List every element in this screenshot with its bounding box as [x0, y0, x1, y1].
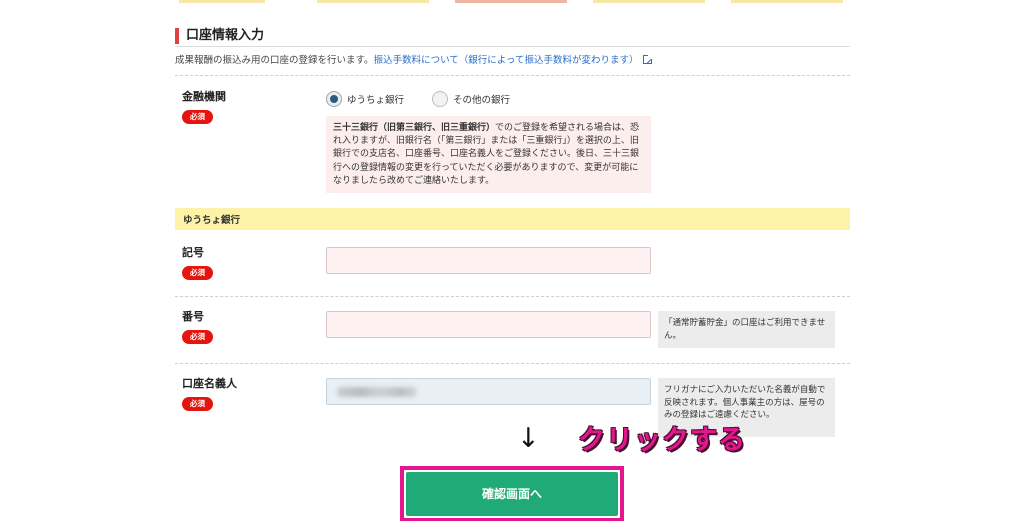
required-badge: 必須: [182, 330, 213, 344]
bank-section-band: ゆうちょ銀行: [175, 208, 850, 230]
radio-other-bank[interactable]: その他の銀行: [432, 90, 510, 108]
required-badge: 必須: [182, 110, 213, 124]
section-accent-bar: [175, 28, 179, 44]
meigi-label: 口座名義人: [182, 377, 237, 390]
down-arrow-icon: ↓: [517, 423, 540, 454]
section-description: 成果報酬の振込み用の口座の登録を行います。振込手数料について（銀行によって振込手…: [175, 54, 653, 67]
kigou-input[interactable]: [326, 247, 651, 274]
kigou-label: 記号: [182, 246, 204, 259]
section-header: 口座情報入力: [175, 27, 850, 47]
external-link-icon[interactable]: [642, 54, 653, 64]
bangou-input[interactable]: [326, 311, 651, 338]
step-segment-2: [317, 0, 429, 3]
step-segment-3: [455, 0, 567, 3]
bank-notice: 三十三銀行（旧第三銀行、旧三重銀行）でのご登録を希望される場合は、恐れ入りますが…: [326, 116, 651, 193]
confirm-button[interactable]: 確認画面へ: [406, 472, 618, 516]
radio-other-bank-label[interactable]: その他の銀行: [453, 92, 510, 106]
required-badge: 必須: [182, 266, 213, 280]
step-segment-4: [593, 0, 705, 3]
meigi-input[interactable]: [326, 378, 651, 405]
institution-label: 金融機関: [182, 90, 226, 103]
description-text: 成果報酬の振込み用の口座の登録を行います。: [175, 55, 374, 66]
fee-info-link[interactable]: 振込手数料について（銀行によって振込手数料が変わります）: [374, 55, 639, 66]
click-annotation: クリックする: [578, 425, 746, 456]
required-badge: 必須: [182, 397, 213, 411]
blurred-name-value: [337, 387, 417, 397]
step-segment-1: [179, 0, 265, 3]
section-title: 口座情報入力: [186, 28, 265, 43]
step-indicator: [0, 0, 1024, 4]
radio-unselected-icon[interactable]: [432, 91, 448, 107]
divider: [175, 296, 850, 297]
bangou-hint: 「通常貯蓄貯金」の口座はご利用できません。: [658, 311, 835, 348]
radio-yucho-label[interactable]: ゆうちょ銀行: [347, 92, 404, 106]
notice-bold: 三十三銀行（旧第三銀行、旧三重銀行）: [333, 123, 496, 133]
step-segment-5: [731, 0, 843, 3]
divider: [175, 75, 850, 76]
bank-section-title: ゆうちょ銀行: [183, 215, 241, 226]
divider: [175, 363, 850, 364]
bangou-label: 番号: [182, 310, 204, 323]
radio-selected-icon[interactable]: [326, 91, 342, 107]
radio-yucho[interactable]: ゆうちょ銀行: [326, 90, 404, 108]
